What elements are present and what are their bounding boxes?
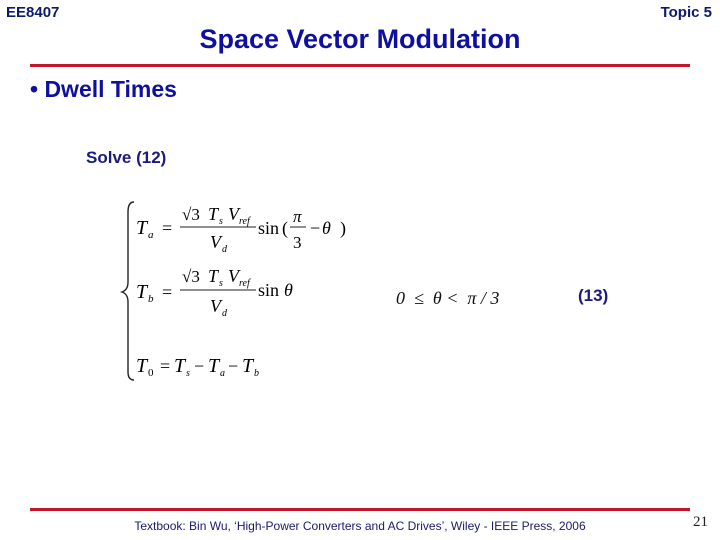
- equation-system: T a = √3 T s V ref V d sin ( π 3 − θ ) T…: [119, 201, 346, 381]
- svg-text:√3: √3: [182, 205, 200, 224]
- svg-text:−: −: [194, 356, 204, 376]
- svg-text:a: a: [148, 229, 154, 241]
- svg-text:): ): [340, 218, 346, 239]
- svg-text:3: 3: [293, 233, 302, 252]
- svg-text:a: a: [220, 368, 225, 379]
- svg-text:√3: √3: [182, 267, 200, 286]
- course-code: EE8407: [6, 4, 60, 21]
- svg-text:b: b: [254, 368, 259, 379]
- svg-text:s: s: [219, 216, 223, 227]
- footer-citation: Textbook: Bin Wu, ‘High-Power Converters…: [134, 519, 586, 533]
- svg-text:=: =: [160, 356, 170, 376]
- svg-text:π: π: [293, 207, 302, 226]
- svg-text:(: (: [282, 218, 288, 239]
- title-divider: [30, 64, 690, 67]
- svg-text:sin: sin: [258, 280, 279, 300]
- svg-text:−: −: [228, 356, 238, 376]
- footer-divider: [30, 508, 690, 511]
- slide-title: Space Vector Modulation: [199, 24, 521, 54]
- svg-text:d: d: [222, 244, 228, 255]
- svg-text:θ: θ: [322, 218, 331, 238]
- bullet-dwell-times: • Dwell Times: [30, 76, 177, 102]
- svg-text:ref: ref: [239, 278, 251, 289]
- svg-text:θ: θ: [284, 280, 293, 300]
- svg-text:=: =: [162, 282, 172, 302]
- svg-text:=: =: [162, 218, 172, 238]
- svg-text:sin: sin: [258, 218, 279, 238]
- svg-text:ref: ref: [239, 216, 251, 227]
- svg-text:−: −: [310, 218, 320, 238]
- page-number: 21: [693, 514, 708, 530]
- svg-text:s: s: [219, 278, 223, 289]
- equation-number: (13): [578, 286, 609, 305]
- svg-text:0: 0: [148, 367, 154, 379]
- svg-text:d: d: [222, 308, 228, 319]
- topic-label: Topic 5: [660, 4, 712, 21]
- svg-text:b: b: [148, 293, 154, 305]
- solve-label: Solve (12): [86, 148, 167, 167]
- angle-condition: 0 ≤ θ < π / 3: [396, 288, 500, 308]
- svg-text:s: s: [186, 368, 190, 379]
- left-brace: [119, 201, 135, 381]
